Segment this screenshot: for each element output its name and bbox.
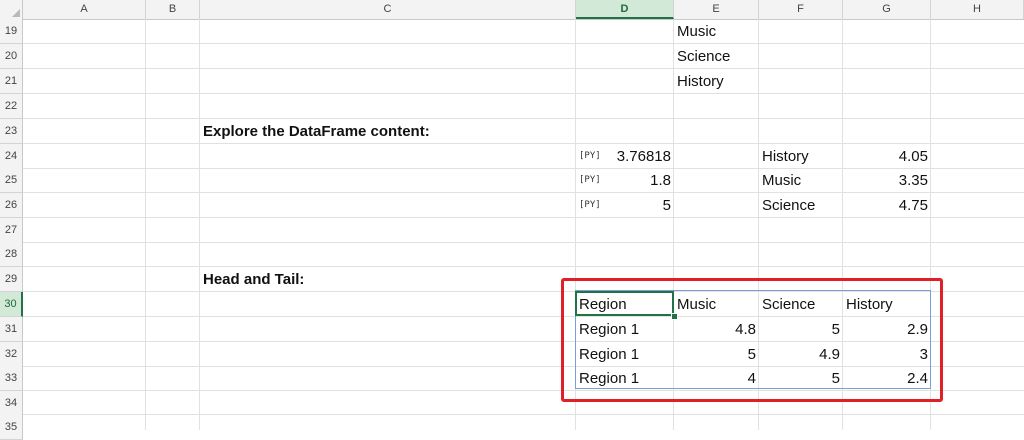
cell-e21[interactable]: History [674,69,759,94]
python-icon: [PY] [579,200,601,210]
gridline [23,414,1024,415]
row-header-19[interactable]: 19 [0,19,23,44]
python-icon: [PY] [579,151,601,161]
cell-d24[interactable]: [PY] 3.76818 [576,144,674,169]
cell-g25[interactable]: 3.35 [843,168,931,193]
row-header-23[interactable]: 23 [0,119,23,144]
row-header-27[interactable]: 27 [0,218,23,243]
column-header-e[interactable]: E [674,0,759,19]
gridline [199,19,200,430]
cell-e20[interactable]: Science [674,44,759,69]
column-header-d[interactable]: D [576,0,674,19]
cell-g26[interactable]: 4.75 [843,193,931,218]
cell-e19[interactable]: Music [674,19,759,44]
gridline [23,93,1024,94]
cell-f26[interactable]: Science [759,193,843,218]
row-header-22[interactable]: 22 [0,94,23,119]
gridline [23,43,1024,44]
cell-value: 3.76818 [616,148,671,165]
row-header-33[interactable]: 33 [0,366,23,391]
row-header-28[interactable]: 28 [0,242,23,267]
row-header-30[interactable]: 30 [0,292,23,317]
row-header-25[interactable]: 25 [0,168,23,193]
cell-c23[interactable]: Explore the DataFrame content: [200,119,576,144]
gridline [145,19,146,430]
cell-f24[interactable]: History [759,144,843,169]
row-header-26[interactable]: 26 [0,193,23,218]
select-all-corner[interactable] [0,0,23,19]
column-header-c[interactable]: C [200,0,576,19]
column-header-b[interactable]: B [146,0,200,19]
column-header-f[interactable]: F [759,0,843,19]
cell-f25[interactable]: Music [759,168,843,193]
cell-d26[interactable]: [PY] 5 [576,193,674,218]
row-header-29[interactable]: 29 [0,267,23,292]
row-header-20[interactable]: 20 [0,44,23,69]
row-header-21[interactable]: 21 [0,69,23,94]
cell-g24[interactable]: 4.05 [843,144,931,169]
select-all-triangle-icon [12,9,20,17]
cell-value: 1.8 [650,172,671,189]
row-header-31[interactable]: 31 [0,317,23,342]
gridline [23,68,1024,69]
cell-d25[interactable]: [PY] 1.8 [576,168,674,193]
highlight-box [561,278,943,402]
cell-value: 5 [662,197,671,214]
row-header-32[interactable]: 32 [0,342,23,367]
row-header-35[interactable]: 35 [0,415,23,440]
row-header-24[interactable]: 24 [0,144,23,169]
cell-c29[interactable]: Head and Tail: [200,267,576,292]
column-header-h[interactable]: H [931,0,1024,19]
row-header-34[interactable]: 34 [0,391,23,416]
spreadsheet-grid[interactable]: A B C D E F G H 19 20 21 22 23 24 25 26 … [0,0,1024,440]
gridline [23,242,1024,243]
column-header-a[interactable]: A [23,0,146,19]
python-icon: [PY] [579,175,601,185]
column-header-g[interactable]: G [843,0,931,19]
